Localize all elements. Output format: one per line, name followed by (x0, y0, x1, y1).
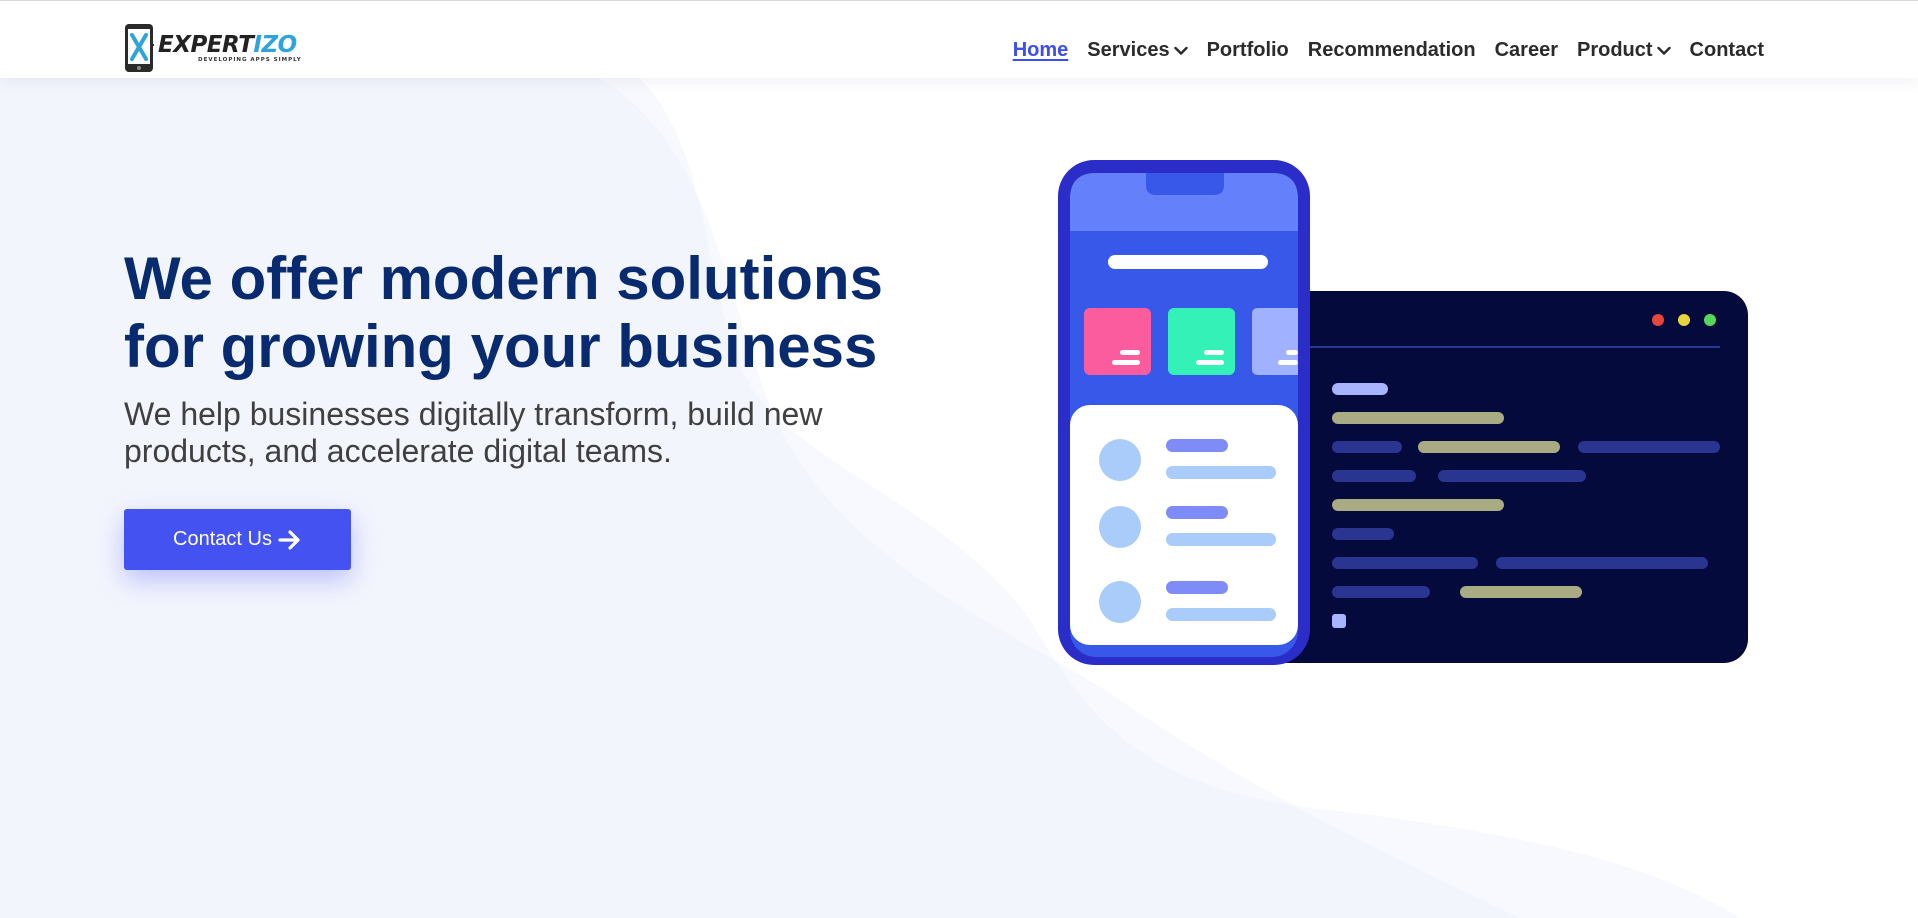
logo-tagline: DEVELOPING APPS SIMPLY (198, 57, 302, 63)
nav-portfolio[interactable]: Portfolio (1207, 39, 1289, 62)
logo-wordmark: EXPERT IZO (158, 32, 297, 58)
hero-subtitle: We help businesses digitally transform, … (124, 396, 823, 469)
site-header: EXPERT IZO DEVELOPING APPS SIMPLY Home Se… (0, 0, 1918, 78)
nav-home[interactable]: Home (1013, 39, 1069, 62)
nav-recommendation[interactable]: Recommendation (1308, 39, 1476, 62)
phone-logo-icon (125, 24, 154, 72)
nav-product[interactable]: Product (1577, 39, 1671, 62)
phone-mockup-icon (1058, 160, 1310, 665)
nav-services[interactable]: Services (1087, 39, 1188, 62)
hero-title: We offer modern solutions for growing you… (124, 245, 883, 380)
contact-us-button[interactable]: Contact Us (124, 509, 351, 570)
chevron-down-icon (1656, 46, 1671, 56)
landing-page: EXPERT IZO DEVELOPING APPS SIMPLY Home Se… (0, 0, 1918, 918)
main-nav: Home Services Portfolio Recommendation C… (1013, 39, 1764, 62)
chevron-down-icon (1173, 46, 1188, 56)
nav-contact[interactable]: Contact (1690, 39, 1764, 62)
arrow-right-icon (278, 529, 302, 551)
app-illustration (1058, 160, 1748, 665)
nav-career[interactable]: Career (1495, 39, 1558, 62)
brand-logo[interactable]: EXPERT IZO DEVELOPING APPS SIMPLY (124, 23, 301, 73)
